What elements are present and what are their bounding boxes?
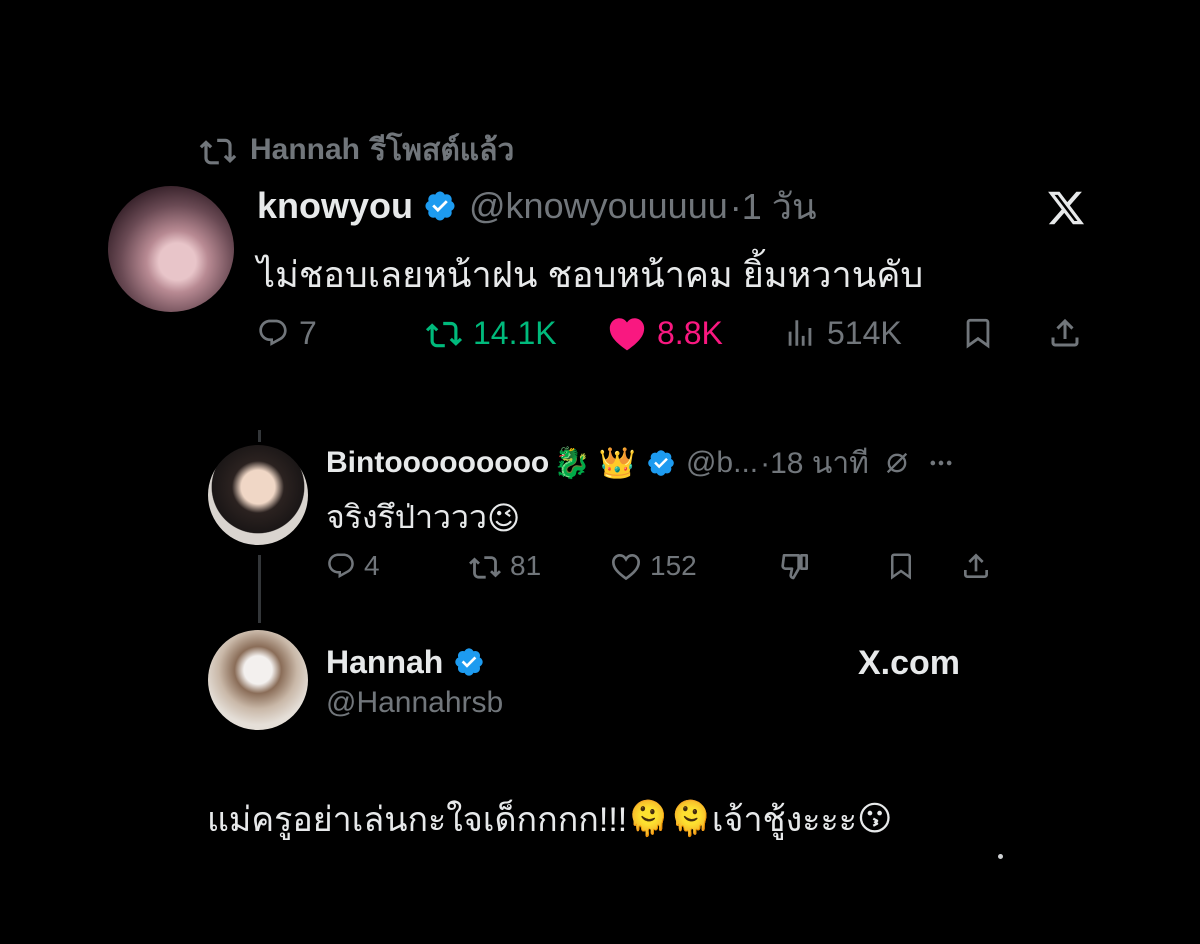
share-button[interactable] bbox=[960, 544, 992, 588]
hannah-text-part2: เจ้าชู้งะะะ bbox=[711, 801, 858, 839]
like-button[interactable]: 8.8K bbox=[607, 308, 723, 358]
crown-emoji: 👑 bbox=[598, 446, 636, 480]
reply-icon bbox=[257, 317, 289, 349]
reply-tweet-text: จริงรึป่าววว bbox=[326, 499, 487, 535]
thread-line bbox=[258, 555, 261, 623]
main-tweet-text: ไม่ชอบเลยหน้าฝน ชอบหน้าคม ยิ้มหวานคับ bbox=[257, 254, 924, 295]
hannah-name-row: Hannah bbox=[326, 642, 485, 682]
main-tweet-header: knowyou @knowyouuuuu ·1 วัน bbox=[257, 185, 817, 227]
repost-icon bbox=[468, 552, 502, 580]
knowyou-avatar[interactable] bbox=[108, 186, 234, 312]
wink-emoji: 😉 bbox=[486, 499, 521, 536]
more-icon[interactable] bbox=[927, 449, 955, 477]
views-count: 514K bbox=[827, 314, 902, 351]
grok-icon[interactable] bbox=[883, 449, 911, 477]
bookmark-icon bbox=[886, 550, 916, 582]
repost-suffix: รีโพสต์แล้ว bbox=[370, 133, 515, 167]
repost-count: 14.1K bbox=[473, 314, 557, 351]
repost-icon bbox=[425, 317, 463, 349]
reply-tweet-text-row: จริงรึป่าววว 😉 bbox=[326, 492, 520, 543]
main-tweet-handle[interactable]: @knowyouuuuu bbox=[469, 185, 728, 227]
reply-tweet-name[interactable]: Bintooooooooo bbox=[326, 446, 549, 480]
repost-count: 81 bbox=[510, 550, 542, 581]
hannah-handle[interactable]: @Hannahrsb bbox=[326, 686, 503, 720]
repost-button[interactable]: 14.1K bbox=[425, 308, 557, 358]
thread-line-top bbox=[258, 430, 261, 442]
main-tweet-time[interactable]: ·1 วัน bbox=[730, 178, 817, 235]
melting-face-emoji: 🫠 bbox=[627, 800, 670, 838]
reply-count: 7 bbox=[299, 314, 317, 351]
x-logo-icon bbox=[1046, 188, 1086, 228]
reply-button[interactable]: 7 bbox=[257, 308, 317, 358]
reply-button[interactable]: 4 bbox=[326, 544, 380, 588]
reply-count: 4 bbox=[364, 550, 380, 581]
reply-tweet-actions: 4 81 152 bbox=[326, 544, 1006, 588]
reply-icon bbox=[326, 551, 356, 581]
main-tweet-actions: 7 14.1K 8.8K 514K bbox=[257, 308, 1097, 358]
views-button[interactable]: 514K bbox=[783, 308, 902, 358]
verified-badge-icon bbox=[423, 189, 457, 223]
heart-outline-icon bbox=[610, 551, 642, 581]
share-icon bbox=[960, 550, 992, 582]
dislike-button[interactable] bbox=[780, 544, 812, 588]
like-count: 8.8K bbox=[657, 314, 723, 351]
x-com-watermark: X.com bbox=[858, 644, 961, 682]
dot-mark bbox=[998, 854, 1003, 859]
verified-badge-icon bbox=[453, 646, 485, 678]
dislike-icon bbox=[780, 550, 812, 582]
hannah-name[interactable]: Hannah bbox=[326, 644, 443, 681]
reply-tweet-handle[interactable]: @b... bbox=[686, 446, 758, 480]
share-icon bbox=[1047, 315, 1083, 351]
main-tweet-name[interactable]: knowyou bbox=[257, 185, 413, 227]
melting-face-emoji: 🫠 bbox=[669, 800, 712, 838]
bintoo-avatar[interactable] bbox=[208, 445, 308, 545]
share-button[interactable] bbox=[1047, 308, 1083, 358]
bookmark-button[interactable] bbox=[961, 308, 995, 358]
repost-button[interactable]: 81 bbox=[468, 544, 541, 588]
hannah-text-part1: แม่ครูอย่าเล่นกะใจเด็กกกก!!! bbox=[207, 801, 628, 839]
hannah-avatar[interactable] bbox=[208, 630, 308, 730]
like-count: 152 bbox=[650, 550, 697, 581]
bookmark-button[interactable] bbox=[886, 544, 916, 588]
dragon-emoji: 🐉 bbox=[553, 446, 591, 480]
verified-badge-icon bbox=[646, 448, 676, 478]
kissing-face-emoji: 😗 bbox=[857, 800, 893, 838]
reply-tweet-header: Bintooooooooo 🐉 👑 @b... ·18 นาที bbox=[326, 443, 955, 483]
like-button[interactable]: 152 bbox=[610, 544, 697, 588]
repost-user[interactable]: Hannah bbox=[250, 133, 360, 167]
reply-tweet-time[interactable]: ·18 นาที bbox=[760, 440, 869, 487]
bookmark-icon bbox=[961, 315, 995, 351]
hannah-text-row: แม่ครูอย่าเล่นกะใจเด็กกกก!!! 🫠 🫠 เจ้าชู้… bbox=[207, 792, 892, 846]
views-icon bbox=[783, 316, 817, 350]
heart-icon bbox=[607, 315, 647, 351]
repost-icon bbox=[198, 134, 238, 166]
repost-banner: Hannah รีโพสต์แล้ว bbox=[198, 132, 514, 168]
